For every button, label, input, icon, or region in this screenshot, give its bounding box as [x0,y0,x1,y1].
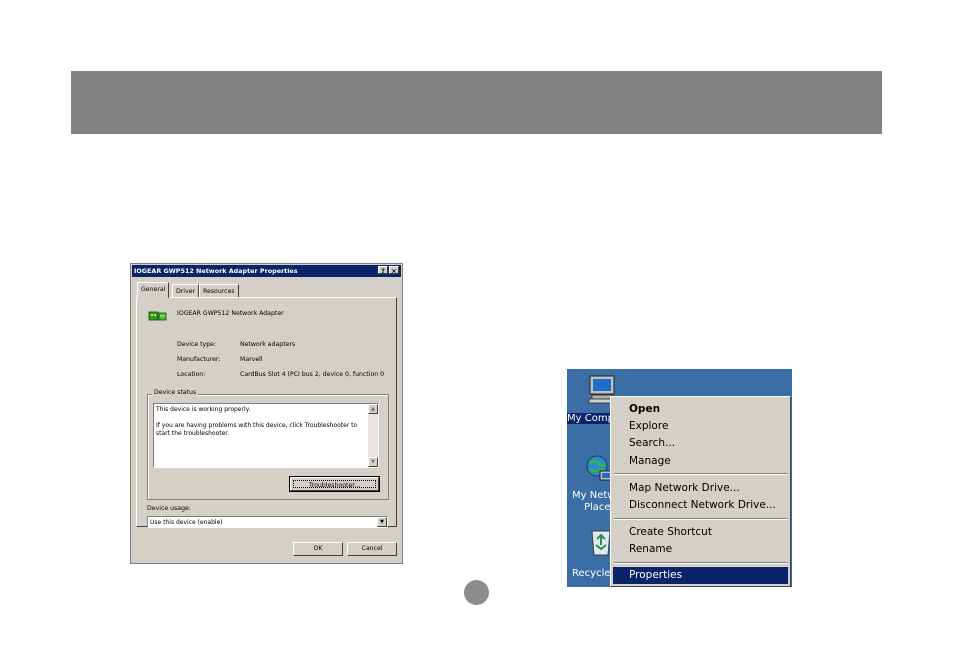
menu-separator [614,473,787,475]
dialog-titlebar[interactable]: IOGEAR GWP512 Network Adapter Properties [132,265,401,277]
device-type-label: Device type: [177,341,217,348]
my-network-places-label[interactable]: Place [584,502,611,513]
device-usage-select[interactable]: Use this device (enable) ▼ [147,516,388,528]
context-menu: Open Explore Search... Manage Map Networ… [610,396,791,587]
my-network-places-label[interactable]: My Netw [572,490,615,501]
page-marker-dot [464,580,489,605]
troubleshooter-button[interactable]: Troubleshooter... [289,476,380,492]
tab-general[interactable]: General [137,282,170,298]
close-button[interactable]: × [389,266,399,275]
menu-item-disconnect-network-drive[interactable]: Disconnect Network Drive... [613,497,788,514]
manufacturer-value: Marvell [240,356,263,363]
menu-item-open[interactable]: Open [613,401,788,418]
help-button[interactable]: ? [378,266,388,275]
header-band [71,71,882,134]
status-line: start the troubleshooter. [156,430,230,437]
location-value: CardBus Slot 4 (PCI bus 2, device 0, fun… [240,371,385,378]
device-usage-value: Use this device (enable) [150,519,223,526]
status-line: This device is working properly. [156,406,251,413]
menu-separator [614,518,787,520]
device-usage-label: Device usage: [147,505,191,512]
device-status-label: Device status [152,389,199,396]
troubleshooter-label: Troubleshooter... [293,480,376,489]
my-computer-label[interactable]: My Comp [567,413,614,424]
dialog-title: IOGEAR GWP512 Network Adapter Properties [134,267,298,275]
device-status-textbox[interactable]: This device is working properly. If you … [153,403,379,468]
manufacturer-label: Manufacturer: [177,356,221,363]
cancel-button[interactable]: Cancel [347,542,397,556]
tab-driver[interactable]: Driver [172,284,200,297]
menu-item-rename[interactable]: Rename [613,541,788,558]
menu-item-map-network-drive[interactable]: Map Network Drive... [613,480,788,497]
menu-item-create-shortcut[interactable]: Create Shortcut [613,524,788,541]
status-scrollbar[interactable]: ▲ ▼ [368,404,378,467]
scroll-down-icon[interactable]: ▼ [368,457,378,467]
scroll-up-icon[interactable]: ▲ [368,404,378,414]
menu-item-search[interactable]: Search... [613,435,788,452]
menu-item-properties[interactable]: Properties [613,567,788,584]
menu-item-manage[interactable]: Manage [613,453,788,470]
device-name: IOGEAR GWP512 Network Adapter [177,310,284,317]
properties-dialog: IOGEAR GWP512 Network Adapter Properties… [130,263,403,564]
status-line: If you are having problems with this dev… [156,422,358,429]
tab-resources[interactable]: Resources [199,284,239,297]
device-type-value: Network adapters [240,341,296,348]
menu-item-explore[interactable]: Explore [613,418,788,435]
menu-separator [614,562,787,564]
recycle-bin-label[interactable]: Recycle [572,568,611,579]
location-label: Location: [177,371,206,378]
chevron-down-icon[interactable]: ▼ [377,517,387,527]
network-adapter-icon [148,311,167,321]
ok-button[interactable]: OK [293,542,343,556]
